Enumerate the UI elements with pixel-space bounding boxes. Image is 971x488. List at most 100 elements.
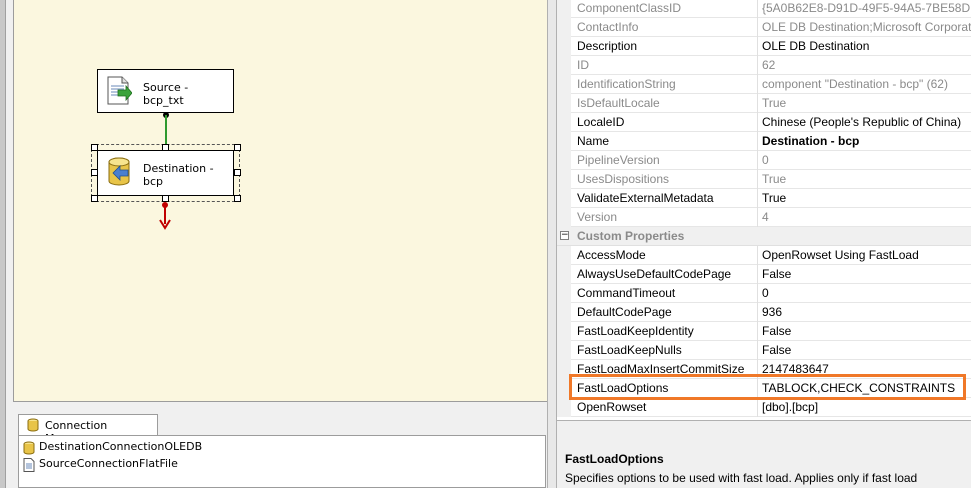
property-name: ComponentClassID [577, 1, 682, 15]
property-row-gutter [557, 132, 571, 151]
property-row[interactable]: UsesDispositions True [557, 170, 971, 189]
connection-managers-tray: Connection Managers DestinationConnectio… [13, 408, 547, 488]
column-separator [757, 75, 758, 94]
property-name: LocaleID [577, 115, 625, 129]
properties-window: ComponentClassID {5A0B62E8-D91D-49F5-94A5… [557, 0, 971, 488]
property-value[interactable]: True [762, 191, 971, 207]
connection-item-oledb[interactable]: DestinationConnectionOLEDB [23, 440, 202, 456]
property-row[interactable]: DefaultCodePage 936 [557, 303, 971, 322]
property-value[interactable]: component "Destination - bcp" (62) [762, 77, 971, 93]
property-description-pane: FastLoadOptions Specifies options to be … [557, 420, 971, 488]
property-value[interactable]: 4 [762, 210, 971, 226]
property-row[interactable]: FastLoadKeepNulls False [557, 341, 971, 360]
property-name: AccessMode [577, 248, 646, 262]
property-value[interactable]: True [762, 172, 971, 188]
property-name: IsDefaultLocale [577, 96, 660, 110]
property-value[interactable]: {5A0B62E8-D91D-49F5-94A5-7BE58DE508F0} [762, 1, 971, 17]
property-row[interactable]: FastLoadKeepIdentity False [557, 322, 971, 341]
property-row[interactable]: CommandTimeout 0 [557, 284, 971, 303]
property-value[interactable]: 0 [762, 153, 971, 169]
resize-handle-bottom[interactable] [162, 195, 169, 202]
property-value[interactable]: Destination - bcp [762, 134, 971, 150]
tab-connection-managers[interactable]: Connection Managers [18, 414, 158, 445]
data-flow-path[interactable] [165, 115, 167, 145]
connection-item-flatfile[interactable]: SourceConnectionFlatFile [23, 457, 178, 473]
designer-vertical-scrollbar[interactable] [547, 0, 557, 488]
property-value[interactable]: True [762, 96, 971, 112]
property-name: IdentificationString [577, 77, 676, 91]
property-name: Description [577, 39, 638, 53]
error-output-arrow-icon[interactable] [158, 202, 172, 230]
property-name: OpenRowset [577, 400, 647, 414]
destination-component[interactable]: Destination - bcp [97, 150, 234, 196]
property-value[interactable]: OLE DB Destination;Microsoft Corporation [762, 20, 971, 36]
resize-handle-top-left[interactable] [91, 144, 98, 151]
column-separator [757, 56, 758, 75]
resize-handle-top-right[interactable] [234, 144, 241, 151]
property-row-gutter [557, 341, 571, 360]
property-value[interactable]: OpenRowset Using FastLoad [762, 248, 971, 264]
category-custom-properties[interactable]: − Custom Properties [557, 227, 971, 246]
resize-handle-bottom-left[interactable] [91, 195, 98, 202]
property-name: PipelineVersion [577, 153, 660, 167]
property-name: DefaultCodePage [577, 305, 672, 319]
connection-item-label: SourceConnectionFlatFile [39, 457, 178, 470]
property-row-gutter [557, 208, 571, 227]
resize-handle-left[interactable] [91, 169, 98, 176]
property-row[interactable]: ComponentClassID {5A0B62E8-D91D-49F5-94A5… [557, 0, 971, 18]
property-name: ContactInfo [577, 20, 639, 34]
property-value[interactable]: 62 [762, 58, 971, 74]
data-flow-designer: Source - bcp_txt Destination - bcp Conne… [0, 0, 547, 488]
property-row[interactable]: PipelineVersion 0 [557, 151, 971, 170]
property-value[interactable]: False [762, 343, 971, 359]
collapse-toggle-icon[interactable]: − [560, 231, 569, 240]
property-row[interactable]: LocaleID Chinese (People's Republic of Ch… [557, 113, 971, 132]
resize-handle-top[interactable] [162, 144, 169, 151]
source-component-label: Source - bcp_txt [143, 81, 189, 107]
property-row[interactable]: OpenRowset [dbo].[bcp] [557, 398, 971, 417]
property-row-gutter [557, 37, 571, 56]
description-text: Specifies options to be used with fast l… [565, 471, 918, 485]
column-separator [757, 322, 758, 341]
ole-db-destination-icon [108, 157, 130, 186]
flat-file-source-icon [107, 76, 132, 105]
property-row[interactable]: Description OLE DB Destination [557, 37, 971, 56]
property-row[interactable]: AccessMode OpenRowset Using FastLoad [557, 246, 971, 265]
property-row[interactable]: Version 4 [557, 208, 971, 227]
property-value[interactable]: 936 [762, 305, 971, 321]
property-row-gutter [557, 170, 571, 189]
property-row[interactable]: IsDefaultLocale True [557, 94, 971, 113]
property-row[interactable]: ID 62 [557, 56, 971, 75]
column-separator [757, 132, 758, 151]
property-row[interactable]: ValidateExternalMetadata True [557, 189, 971, 208]
property-value[interactable]: Chinese (People's Republic of China) [762, 115, 971, 131]
column-separator [757, 208, 758, 227]
highlight-annotation [569, 374, 966, 400]
property-row[interactable]: IdentificationString component "Destinati… [557, 75, 971, 94]
property-value[interactable]: 0 [762, 286, 971, 302]
column-separator [757, 94, 758, 113]
column-separator [757, 170, 758, 189]
column-separator [757, 303, 758, 322]
property-value[interactable]: [dbo].[bcp] [762, 400, 971, 416]
column-separator [757, 0, 758, 18]
resize-handle-bottom-right[interactable] [234, 195, 241, 202]
source-component[interactable]: Source - bcp_txt [97, 69, 234, 113]
property-value[interactable]: False [762, 267, 971, 283]
resize-handle-right[interactable] [234, 169, 241, 176]
column-separator [757, 151, 758, 170]
column-separator [757, 246, 758, 265]
property-name: ID [577, 58, 589, 72]
property-row[interactable]: AlwaysUseDefaultCodePage False [557, 265, 971, 284]
connection-item-label: DestinationConnectionOLEDB [39, 440, 203, 453]
property-row[interactable]: ContactInfo OLE DB Destination;Microsoft … [557, 18, 971, 37]
property-value[interactable]: OLE DB Destination [762, 39, 971, 55]
flat-file-icon [23, 458, 35, 472]
column-separator [757, 341, 758, 360]
property-name: Version [577, 210, 618, 224]
property-row-gutter [557, 75, 571, 94]
property-row[interactable]: Name Destination - bcp [557, 132, 971, 151]
property-row-gutter [557, 94, 571, 113]
property-row-gutter [557, 151, 571, 170]
property-value[interactable]: False [762, 324, 971, 340]
